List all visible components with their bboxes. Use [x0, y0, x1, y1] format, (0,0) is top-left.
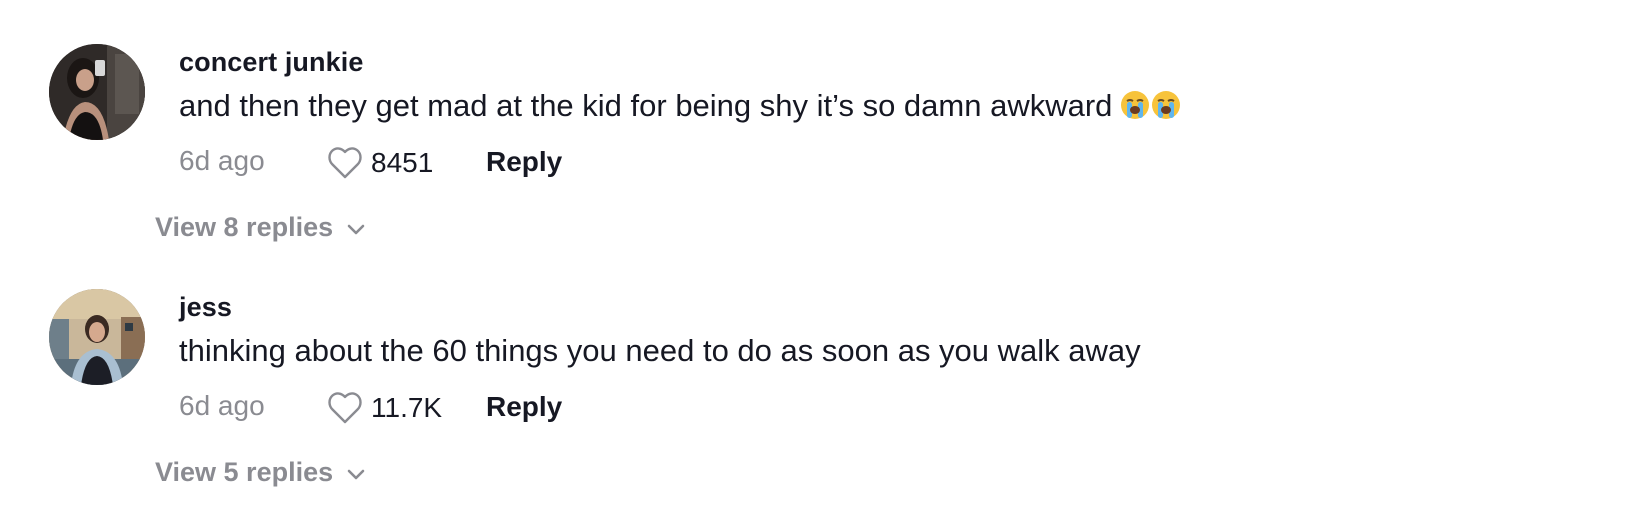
chevron-down-icon	[347, 224, 365, 234]
timestamp: 6d ago	[179, 145, 265, 176]
chevron-down-icon	[347, 469, 365, 479]
comment-text: and then they get mad at the kid for bei…	[179, 88, 1182, 128]
heart-outline-icon	[328, 392, 362, 424]
like-count: 11.7K	[371, 392, 443, 423]
like-button[interactable]: 8451	[327, 143, 433, 183]
username[interactable]: jess	[179, 292, 232, 323]
comment-body: and then they get mad at the kid for bei…	[179, 88, 1113, 123]
username[interactable]: concert junkie	[179, 47, 363, 78]
view-replies-button[interactable]: View 5 replies	[155, 457, 365, 488]
view-replies-label: View 5 replies	[155, 457, 334, 487]
reply-button[interactable]: Reply	[486, 391, 562, 423]
emoji-group	[1120, 90, 1182, 128]
avatar[interactable]	[49, 289, 145, 385]
comment-meta: 6d ago 8451 Reply	[179, 143, 879, 183]
comment-text: thinking about the 60 things you need to…	[179, 333, 1141, 369]
heart-outline-icon	[328, 147, 362, 179]
view-replies-label: View 8 replies	[155, 212, 334, 242]
comment-meta: 6d ago 11.7K Reply	[179, 388, 879, 428]
like-count: 8451	[371, 147, 434, 178]
reply-button[interactable]: Reply	[486, 146, 562, 178]
view-replies-button[interactable]: View 8 replies	[155, 212, 365, 243]
avatar[interactable]	[49, 44, 145, 140]
loudly-crying-face-icon	[1121, 91, 1150, 119]
timestamp: 6d ago	[179, 390, 265, 421]
loudly-crying-face-icon	[1152, 91, 1181, 119]
like-button[interactable]: 11.7K	[327, 388, 442, 428]
comment-body: thinking about the 60 things you need to…	[179, 333, 1141, 368]
